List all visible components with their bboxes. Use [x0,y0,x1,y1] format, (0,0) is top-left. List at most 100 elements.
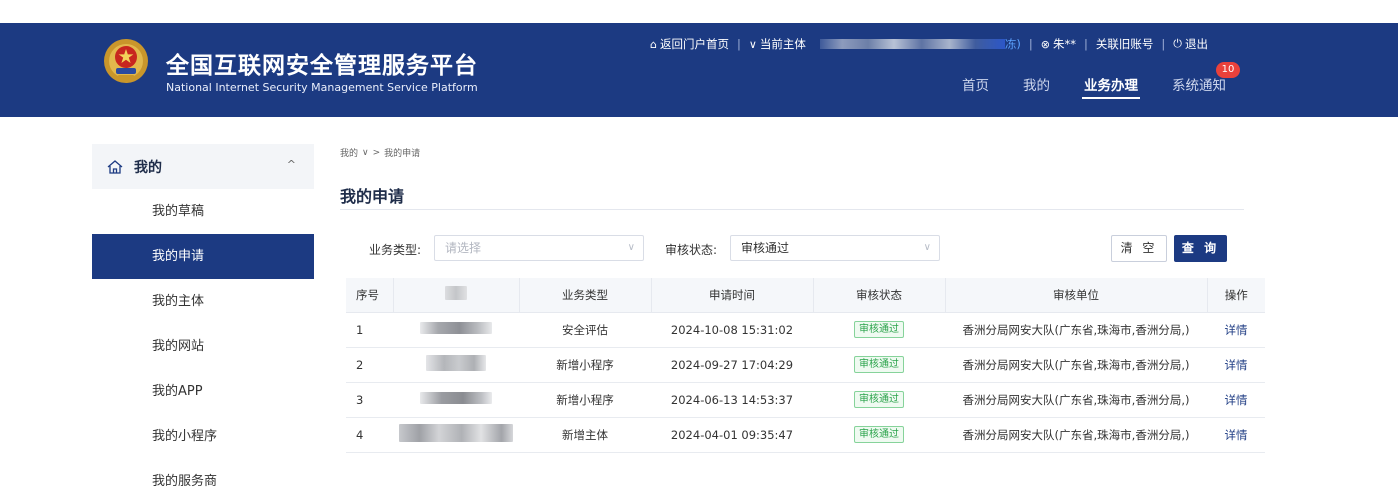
query-button[interactable]: 查 询 [1174,235,1227,262]
current-subject-dropdown[interactable]: ∨ 当前主体 冻) [749,36,1021,52]
sidebar-item-applications[interactable]: 我的申请 [92,234,314,279]
divider: | [736,37,741,51]
table-row: 3 新增小程序 2024-06-13 14:53:37 审核通过 香洲分局网安大… [346,382,1265,418]
col-header-apply-time: 申请时间 [651,278,814,313]
detail-link[interactable]: 详情 [1225,428,1248,442]
row-business-type: 新增小程序 [519,382,651,418]
col-header-redacted [393,278,520,313]
row-action: 详情 [1207,417,1265,453]
table-row: 4 新增主体 2024-04-01 09:35:47 审核通过 香洲分局网安大队… [346,417,1265,453]
row-business-type: 新增主体 [519,417,651,453]
row-index: 1 [346,312,393,348]
row-review-unit: 香洲分局网安大队(广东省,珠海市,香洲分局,) [945,312,1207,348]
business-type-placeholder: 请选择 [445,241,482,255]
current-subject-label: 当前主体 [759,37,806,51]
row-redacted [393,347,519,383]
breadcrumb-separator: > [372,147,381,158]
redacted-value [420,392,492,404]
sidebar-item-mini-programs[interactable]: 我的小程序 [92,414,314,459]
table-row: 1 安全评估 2024-10-08 15:31:02 审核通过 香洲分局网安大队… [346,312,1265,348]
row-business-type: 安全评估 [519,312,651,348]
row-review-status: 审核通过 [813,347,945,383]
row-apply-time: 2024-06-13 14:53:37 [651,382,813,418]
sidebar-item-service-providers[interactable]: 我的服务商 [92,459,314,504]
row-redacted [393,382,519,418]
nav-mine[interactable]: 我的 [1023,74,1050,102]
platform-subtitle: National Internet Security Management Se… [166,81,478,94]
main-nav: 首页 我的 业务办理 系统通知 [962,74,1260,102]
redacted-value [426,355,486,371]
platform-title: 全国互联网安全管理服务平台 [166,53,478,79]
sidebar-item-websites[interactable]: 我的网站 [92,324,314,369]
link-old-account-label: 关联旧账号 [1095,37,1154,51]
status-select-value: 审核通过 [741,241,790,255]
top-header: 全国互联网安全管理服务平台 National Internet Security… [0,23,1398,117]
detail-link[interactable]: 详情 [1225,323,1248,337]
sidebar-section-mine[interactable]: 我的 ^ [92,144,314,189]
row-review-status: 审核通过 [813,382,945,418]
redacted-subject-name [819,39,1005,49]
portal-home-label: 返回门户首页 [659,37,729,51]
table-header-row: 序号 业务类型 申请时间 审核状态 审核单位 操作 [346,278,1265,313]
power-icon: ⏻ [1173,37,1182,50]
divider: | [1028,37,1033,51]
top-utility-bar: ⌂ 返回门户首页 | ∨ 当前主体 冻) | ⊗ 朱** | 关联旧账号 | ⏻… [650,35,1208,53]
row-apply-time: 2024-09-27 17:04:29 [651,347,813,383]
row-index: 3 [346,382,393,418]
portal-home-link[interactable]: ⌂ 返回门户首页 [650,36,729,52]
row-review-unit: 香洲分局网安大队(广东省,珠海市,香洲分局,) [945,417,1207,453]
sidebar-item-drafts[interactable]: 我的草稿 [92,189,314,234]
row-action: 详情 [1207,382,1265,418]
logout-link[interactable]: ⏻ 退出 [1173,36,1208,52]
row-action: 详情 [1207,347,1265,383]
breadcrumb: 我的 ∨ > 我的申请 [340,146,424,160]
user-name: 朱** [1053,37,1077,51]
col-header-index: 序号 [346,278,394,313]
sidebar-item-subjects[interactable]: 我的主体 [92,279,314,324]
chevron-down-icon: ∨ [627,242,635,253]
police-emblem-icon [104,39,148,83]
detail-link[interactable]: 详情 [1225,393,1248,407]
redacted-value [399,424,513,442]
row-review-status: 审核通过 [813,417,945,453]
notification-count-badge: 10 [1216,62,1240,78]
clear-button[interactable]: 清 空 [1111,235,1167,262]
status-label: 审核状态: [665,243,718,257]
page-title: 我的申请 [340,187,405,206]
breadcrumb-root[interactable]: 我的 [340,146,358,159]
status-badge: 审核通过 [854,356,904,373]
status-select[interactable]: 审核通过 ∨ [730,235,940,261]
row-action: 详情 [1207,312,1265,348]
chevron-down-icon: ∨ [748,37,757,51]
detail-link[interactable]: 详情 [1225,358,1248,372]
col-header-review-unit: 审核单位 [945,278,1208,313]
status-badge: 审核通过 [854,321,904,338]
nav-home[interactable]: 首页 [962,74,989,102]
chevron-up-icon[interactable]: ^ [287,158,296,171]
chevron-down-icon: ∨ [362,147,369,158]
redacted-header [445,286,467,301]
nav-business[interactable]: 业务办理 [1082,74,1140,102]
sidebar-section-title: 我的 [134,159,162,176]
business-type-select[interactable]: 请选择 ∨ [434,235,644,261]
sidebar-item-apps[interactable]: 我的APP [92,369,314,414]
chevron-down-icon: ∨ [923,242,931,253]
row-review-unit: 香洲分局网安大队(广东省,珠海市,香洲分局,) [945,347,1207,383]
row-redacted [393,417,519,453]
user-menu[interactable]: ⊗ 朱** [1041,36,1076,52]
row-review-unit: 香洲分局网安大队(广东省,珠海市,香洲分局,) [945,382,1207,418]
col-header-action: 操作 [1207,278,1265,313]
divider: | [1161,37,1166,51]
logout-label: 退出 [1184,37,1208,51]
divider: | [1084,37,1088,51]
applications-table: 序号 业务类型 申请时间 审核状态 审核单位 操作 1 安全评估 2024-10… [346,278,1265,453]
table-row: 2 新增小程序 2024-09-27 17:04:29 审核通过 香洲分局网安大… [346,347,1265,383]
title-divider [340,209,1244,210]
row-index: 4 [346,417,393,453]
nav-notifications[interactable]: 系统通知 [1172,74,1226,102]
link-old-account-link[interactable]: 关联旧账号 [1096,36,1154,52]
business-type-label: 业务类型: [369,243,422,257]
row-apply-time: 2024-04-01 09:35:47 [651,417,813,453]
row-review-status: 审核通过 [813,312,945,348]
row-index: 2 [346,347,393,383]
